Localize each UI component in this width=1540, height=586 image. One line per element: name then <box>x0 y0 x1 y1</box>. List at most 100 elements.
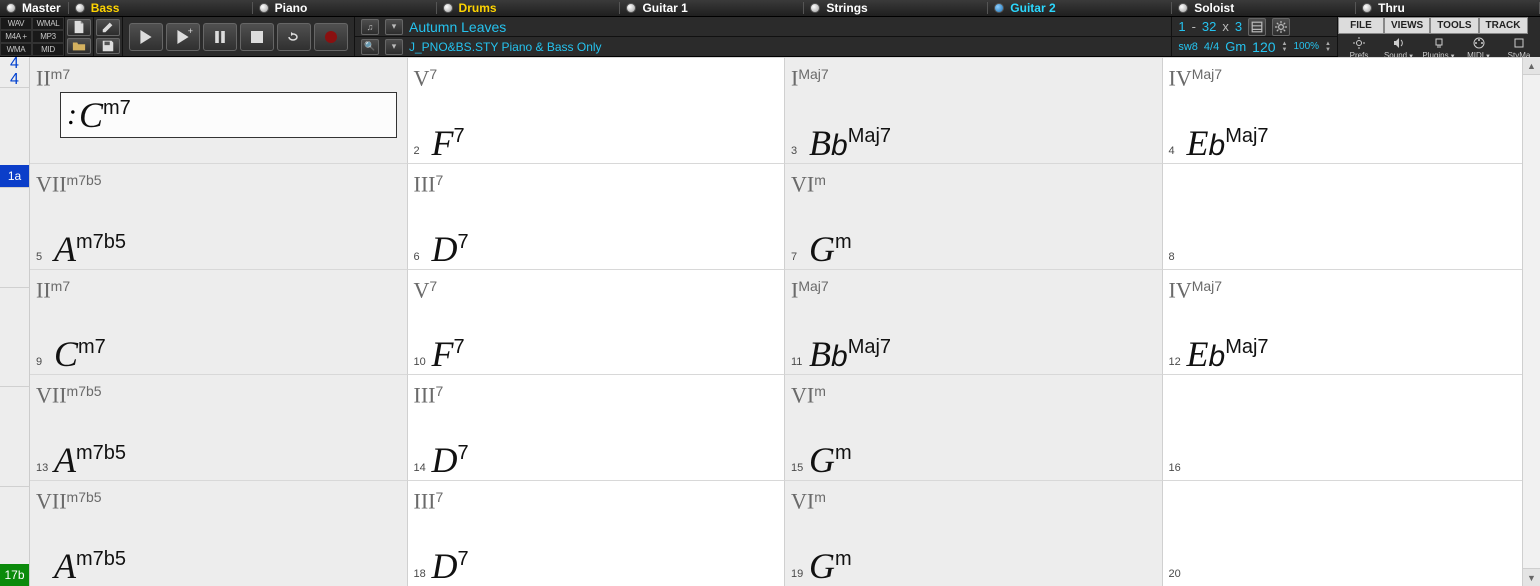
edit-icon[interactable] <box>96 19 120 36</box>
scroll-down-icon[interactable]: ▼ <box>1523 568 1540 586</box>
format-mp3[interactable]: MP3 <box>32 30 64 43</box>
scroll-up-icon[interactable]: ▲ <box>1523 57 1540 75</box>
style-feel[interactable]: sw8 <box>1178 41 1198 53</box>
track-radio-icon[interactable] <box>259 3 269 13</box>
style-search-icon[interactable]: 🔍 <box>361 39 379 55</box>
format-wav[interactable]: WAV <box>0 17 32 30</box>
track-bass[interactable]: Bass <box>69 0 253 16</box>
play-from-button[interactable]: + <box>166 23 200 51</box>
style-dropdown-icon[interactable]: ▾ <box>385 39 403 55</box>
bar-cell[interactable]: 20 <box>1163 480 1540 586</box>
track-radio-icon[interactable] <box>1362 3 1372 13</box>
chord-edit-input[interactable]: :Cm7 <box>60 92 397 138</box>
bar-number: 14 <box>414 462 428 478</box>
track-radio-icon[interactable] <box>6 3 16 13</box>
scrollbar[interactable]: ▲ ▼ <box>1522 57 1540 586</box>
file-icons-2 <box>94 17 123 56</box>
chord-options-icon[interactable] <box>1248 18 1266 36</box>
menu-views[interactable]: VIEWS <box>1384 17 1430 34</box>
menu-file[interactable]: FILE <box>1338 17 1384 34</box>
bar-cell[interactable]: VIm19Gm <box>785 480 1163 586</box>
open-file-icon[interactable] <box>67 38 91 55</box>
bar-cell[interactable]: V710F7 <box>408 269 786 375</box>
range-reps[interactable]: 3 <box>1235 19 1242 34</box>
bar-cell[interactable]: III76D7 <box>408 163 786 269</box>
time-signature[interactable]: 44 <box>0 57 30 87</box>
track-master[interactable]: Master <box>0 0 69 16</box>
bar-cell[interactable]: 8 <box>1163 163 1540 269</box>
range-from[interactable]: 1 <box>1178 19 1185 34</box>
save-icon[interactable] <box>96 38 120 55</box>
bar-number: 8 <box>1169 251 1183 267</box>
track-radio-icon[interactable] <box>810 3 820 13</box>
bar-cell[interactable]: VIIm7b5Am7b5 <box>30 480 408 586</box>
play-button[interactable] <box>129 23 163 51</box>
bar-cell[interactable]: III718D7 <box>408 480 786 586</box>
bar-cell[interactable]: V72F7 <box>408 57 786 163</box>
bar-cell[interactable]: IMaj711BbMaj7 <box>785 269 1163 375</box>
chord-symbol: Gm <box>809 548 852 584</box>
part-marker[interactable] <box>0 187 30 287</box>
track-drums[interactable]: Drums <box>437 0 621 16</box>
menu-tools[interactable]: TOOLS <box>1430 17 1478 34</box>
bar-cell[interactable]: IVMaj74EbMaj7 <box>1163 57 1540 163</box>
menu-track[interactable]: TRACK <box>1479 17 1528 34</box>
bar-cell[interactable]: VIm7Gm <box>785 163 1163 269</box>
bar-cell[interactable]: IIm7 :Cm7 <box>30 57 408 163</box>
format-grid: WAVWMALM4A +MP3WMAMID <box>0 17 65 56</box>
part-marker[interactable]: 1a <box>0 87 30 187</box>
tempo[interactable]: 120 <box>1252 39 1275 55</box>
record-button[interactable] <box>314 23 348 51</box>
part-marker[interactable]: 17b <box>0 486 30 586</box>
new-file-icon[interactable] <box>67 19 91 36</box>
tempo-percent[interactable]: 100% <box>1293 41 1319 52</box>
bar-number: 13 <box>36 462 50 478</box>
part-marker[interactable] <box>0 287 30 387</box>
key[interactable]: Gm <box>1225 39 1246 54</box>
bar-cell[interactable]: IIm79Cm7 <box>30 269 408 375</box>
chord-grid[interactable]: IIm7:Cm7V72F7IMaj73BbMaj7IVMaj74EbMaj7VI… <box>30 57 1540 586</box>
bar-cell[interactable]: VIIm7b513Am7b5 <box>30 374 408 480</box>
track-radio-icon[interactable] <box>994 3 1004 13</box>
loop-button[interactable] <box>277 23 311 51</box>
pct-stepper[interactable]: ▲▼ <box>1325 41 1331 53</box>
chord-symbol: BbMaj7 <box>809 125 891 161</box>
track-radio-icon[interactable] <box>626 3 636 13</box>
format-mid[interactable]: MID <box>32 43 64 56</box>
bar-number: 9 <box>36 356 50 372</box>
song-memo-icon[interactable]: ♫ <box>361 19 379 35</box>
stop-button[interactable] <box>240 23 274 51</box>
chord-symbol: F7 <box>432 125 465 161</box>
title-dropdown-icon[interactable]: ▾ <box>385 19 403 35</box>
format-m4a[interactable]: M4A + <box>0 30 32 43</box>
bar-cell[interactable]: 16 <box>1163 374 1540 480</box>
track-guitar-1[interactable]: Guitar 1 <box>620 0 804 16</box>
track-radio-icon[interactable] <box>75 3 85 13</box>
roman-numeral: IIm7 <box>36 61 401 85</box>
track-guitar-2[interactable]: Guitar 2 <box>988 0 1172 16</box>
bar-cell[interactable]: VIm15Gm <box>785 374 1163 480</box>
part-marker[interactable] <box>0 386 30 486</box>
track-radio-icon[interactable] <box>1178 3 1188 13</box>
track-radio-icon[interactable] <box>443 3 453 13</box>
format-wmal[interactable]: WMAL <box>32 17 64 30</box>
tempo-stepper[interactable]: ▲▼ <box>1282 41 1288 53</box>
track-soloist[interactable]: Soloist <box>1172 0 1356 16</box>
gear-icon <box>1349 36 1369 50</box>
bar-cell[interactable]: VIIm7b55Am7b5 <box>30 163 408 269</box>
roman-numeral: IMaj7 <box>791 273 1156 297</box>
track-strings[interactable]: Strings <box>804 0 988 16</box>
style-text[interactable]: J_PNO&BS.STY Piano & Bass Only <box>409 40 1165 54</box>
part-label: 17b <box>0 564 29 586</box>
track-label: Guitar 2 <box>1010 1 1055 15</box>
settings-gear-icon[interactable] <box>1272 18 1290 36</box>
song-title[interactable]: Autumn Leaves <box>409 19 1165 35</box>
pause-button[interactable] <box>203 23 237 51</box>
range-to[interactable]: 32 <box>1202 19 1216 34</box>
bar-cell[interactable]: IMaj73BbMaj7 <box>785 57 1163 163</box>
bar-cell[interactable]: III714D7 <box>408 374 786 480</box>
track-piano[interactable]: Piano <box>253 0 437 16</box>
bar-cell[interactable]: IVMaj712EbMaj7 <box>1163 269 1540 375</box>
time-signature-info[interactable]: 4/4 <box>1204 41 1219 53</box>
track-thru[interactable]: Thru <box>1356 0 1540 16</box>
